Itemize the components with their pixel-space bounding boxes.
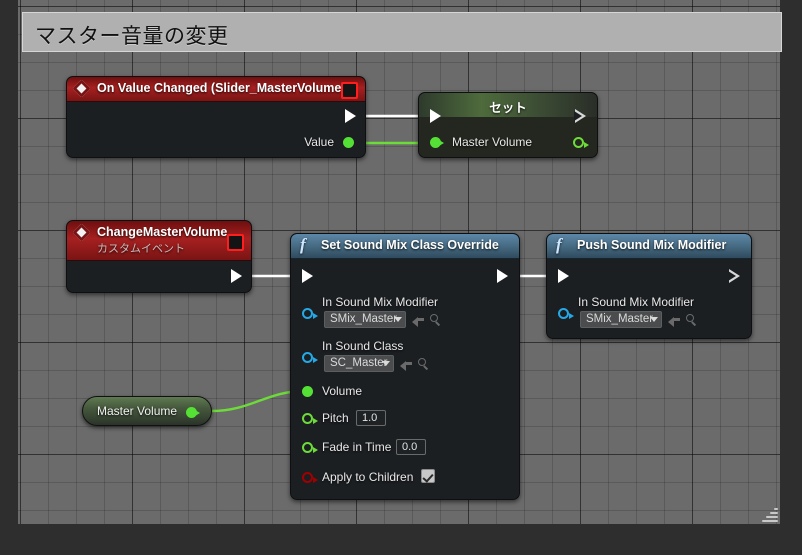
node-set-sound-mix-class-override[interactable]: f Set Sound Mix Class Override In Sound … (290, 233, 520, 500)
volume-pin[interactable] (302, 386, 313, 397)
pin-label-volume: Volume (322, 384, 363, 398)
exec-out-pin[interactable] (231, 269, 242, 283)
exec-in-pin[interactable] (302, 269, 313, 283)
node-change-master-volume[interactable]: ChangeMasterVolume カスタムイベント (66, 220, 252, 293)
master-volume-out-pin[interactable] (573, 137, 589, 148)
node-header-push-sound-mix-modifier: f Push Sound Mix Modifier (547, 234, 751, 259)
event-diamond-icon (72, 223, 91, 242)
node-title: Set Sound Mix Class Override (321, 238, 499, 252)
node-header-set-sound-mix-class-override: f Set Sound Mix Class Override (291, 234, 519, 259)
node-master-volume-getter[interactable]: Master Volume (82, 396, 212, 426)
use-selected-asset-icon[interactable] (412, 314, 425, 327)
node-header-set: セット (419, 93, 597, 117)
exec-in-pin[interactable] (430, 109, 441, 123)
value-out-pin[interactable] (186, 407, 200, 418)
browse-to-asset-icon[interactable] (418, 358, 430, 370)
blueprint-graph-canvas[interactable]: マスター音量の変更 On Value Changed (Slider_Maste… (0, 0, 802, 555)
browse-to-asset-icon[interactable] (686, 314, 698, 326)
in-sound-mix-modifier-pin[interactable] (302, 308, 318, 319)
comment-title: マスター音量の変更 (35, 25, 229, 48)
value-out-pin[interactable] (343, 137, 354, 148)
node-title: セット (489, 101, 527, 115)
pin-label-master-volume: Master Volume (452, 135, 533, 149)
exec-out-pin[interactable] (345, 109, 356, 123)
resize-grip-handle[interactable] (760, 504, 778, 522)
node-subtitle: カスタムイベント (97, 243, 185, 255)
canvas-right-edge (780, 0, 802, 555)
node-header-change-master-volume: ChangeMasterVolume カスタムイベント (67, 221, 251, 261)
exec-out-pin[interactable] (728, 269, 740, 283)
fade-in-time-value-field[interactable]: 0.0 (396, 439, 426, 455)
chevron-down-icon[interactable] (394, 317, 402, 322)
node-title: Push Sound Mix Modifier (577, 238, 727, 252)
function-f-icon: f (556, 235, 562, 254)
pin-label-in-sound-mix-modifier: In Sound Mix Modifier (322, 295, 439, 309)
delegate-pin[interactable] (341, 82, 358, 99)
pitch-value-field[interactable]: 1.0 (356, 410, 386, 426)
pin-label-fade-in-time: Fade in Time (322, 440, 392, 454)
node-on-value-changed[interactable]: On Value Changed (Slider_MasterVolume) V… (66, 76, 366, 158)
exec-out-pin[interactable] (497, 269, 508, 283)
apply-to-children-checkbox[interactable] (421, 469, 435, 483)
apply-to-children-pin[interactable] (302, 472, 318, 483)
exec-out-pin[interactable] (574, 109, 586, 123)
pin-label-pitch: Pitch (322, 411, 349, 425)
chevron-down-icon[interactable] (382, 361, 390, 366)
event-diamond-icon (72, 79, 91, 98)
pitch-pin[interactable] (302, 413, 318, 424)
pin-label-apply-to-children: Apply to Children (322, 470, 414, 484)
in-sound-mix-modifier-pin[interactable] (558, 308, 574, 319)
exec-in-pin[interactable] (558, 269, 569, 283)
delegate-pin[interactable] (227, 234, 244, 251)
master-volume-in-pin[interactable] (430, 137, 444, 148)
getter-label: Master Volume (97, 404, 178, 418)
canvas-bottom-edge (0, 524, 802, 555)
node-title: ChangeMasterVolume (97, 225, 228, 239)
browse-to-asset-icon[interactable] (430, 314, 442, 326)
node-set-master-volume[interactable]: セット Master Volume (418, 92, 598, 158)
in-sound-class-pin[interactable] (302, 352, 318, 363)
chevron-down-icon[interactable] (650, 317, 658, 322)
use-selected-asset-icon[interactable] (668, 314, 681, 327)
node-header-on-value-changed: On Value Changed (Slider_MasterVolume) (67, 77, 365, 102)
fade-in-time-pin[interactable] (302, 442, 318, 453)
pin-label-value: Value (304, 135, 334, 149)
use-selected-asset-icon[interactable] (400, 358, 413, 371)
node-push-sound-mix-modifier[interactable]: f Push Sound Mix Modifier In Sound Mix M… (546, 233, 752, 339)
comment-box[interactable]: マスター音量の変更 (22, 12, 782, 52)
pin-label-in-sound-class: In Sound Class (322, 339, 404, 353)
canvas-left-edge (0, 0, 18, 555)
pin-label-in-sound-mix-modifier: In Sound Mix Modifier (578, 295, 695, 309)
node-title: On Value Changed (Slider_MasterVolume) (97, 81, 346, 95)
function-f-icon: f (300, 235, 306, 254)
